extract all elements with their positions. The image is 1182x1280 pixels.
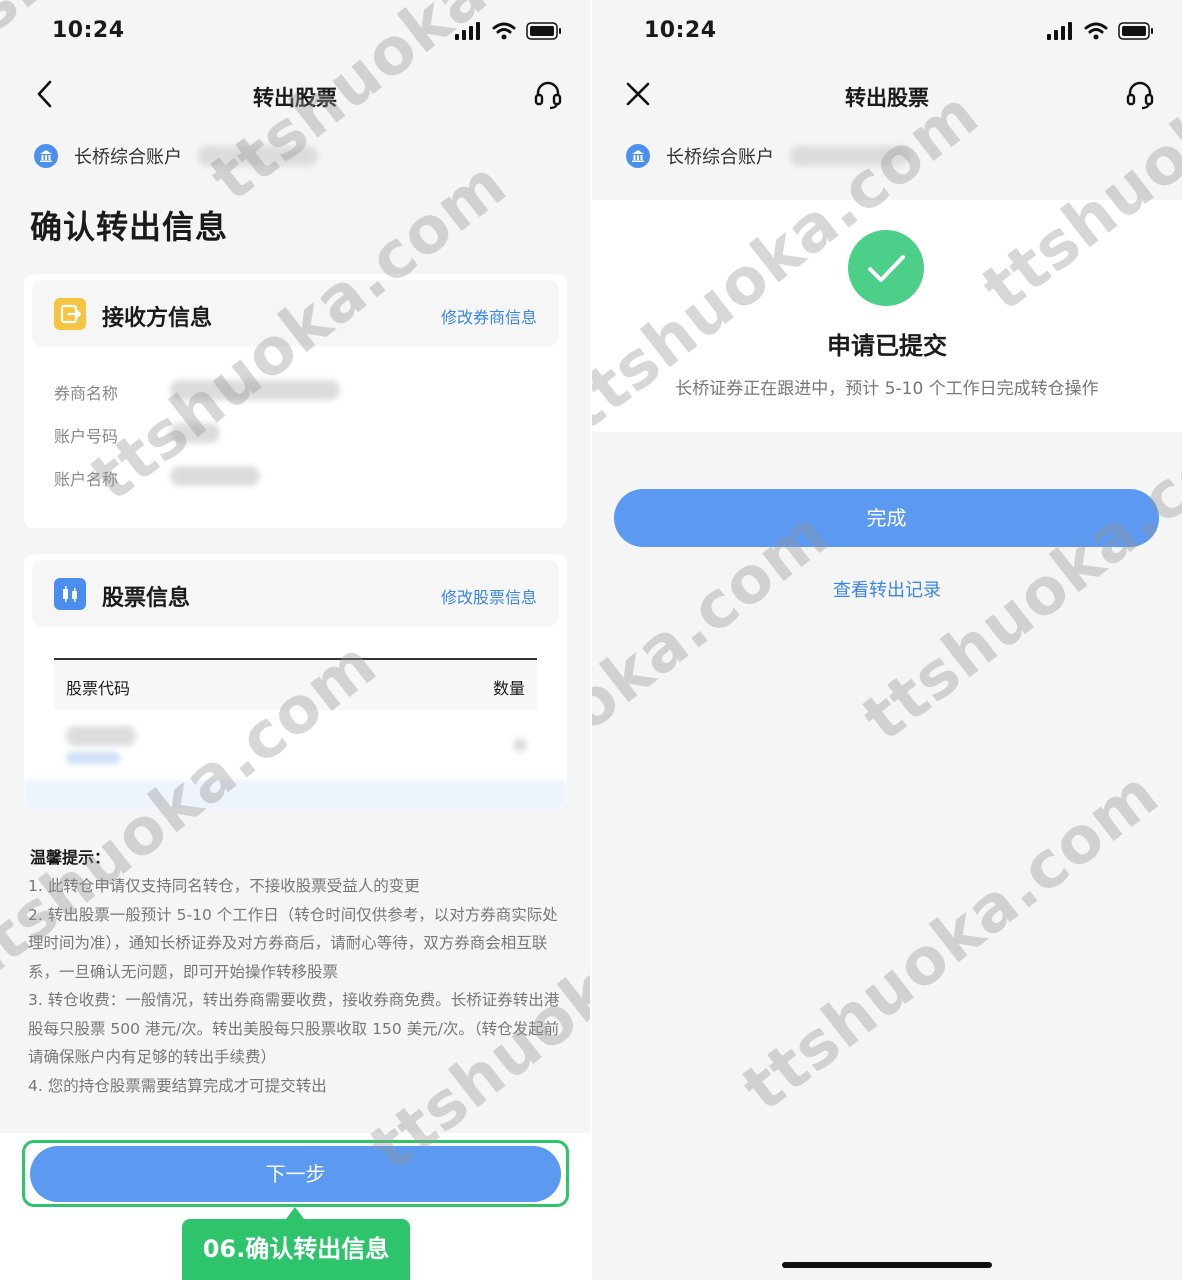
receiver-card-title: 接收方信息 <box>102 306 213 331</box>
tips-list: 1. 此转仓申请仅支持同名转仓，不接收股票受益人的变更 2. 转出股票一般预计 … <box>28 872 568 1100</box>
account-name-label: 账户名称 <box>54 470 119 489</box>
stock-card-title: 股票信息 <box>102 586 191 611</box>
nav-title: 转出股票 <box>253 86 337 110</box>
tip-item: 1. 此转仓申请仅支持同名转仓，不接收股票受益人的变更 <box>28 877 420 895</box>
success-panel: 申请已提交 长桥证券正在跟进中，预计 5-10 个工作日完成转仓操作 <box>592 200 1182 432</box>
done-button[interactable]: 完成 <box>614 489 1159 547</box>
stock-card-header: 股票信息 修改股票信息 <box>32 560 559 626</box>
check-icon <box>848 230 924 306</box>
quantity-header: 数量 <box>492 679 525 698</box>
status-time: 10:24 <box>644 18 717 43</box>
watermark: ttshuoka.com <box>592 496 843 867</box>
status-time: 10:24 <box>52 18 125 43</box>
account-number-redacted <box>790 146 910 166</box>
candlestick-icon <box>54 578 86 610</box>
step-callout-label: 06.确认转出信息 <box>182 1219 410 1280</box>
nav-bar: 转出股票 <box>592 64 1182 126</box>
battery-icon <box>526 22 561 40</box>
page-title: 确认转出信息 <box>30 208 229 246</box>
signal-icon <box>455 22 480 40</box>
stock-name-redacted <box>66 752 120 764</box>
nav-bar: 转出股票 <box>0 64 590 126</box>
account-label: 长桥综合账户 <box>666 147 774 168</box>
tip-item: 3. 转仓收费：一般情况，转出券商需要收费，接收券商免费。长桥证券转出港股每只股… <box>28 991 560 1066</box>
broker-name-label: 券商名称 <box>54 384 119 403</box>
nav-title: 转出股票 <box>845 86 929 110</box>
home-indicator <box>782 1262 992 1268</box>
watermark: ttshuoka.com <box>849 386 1182 757</box>
next-step-button[interactable]: 下一步 <box>30 1146 561 1202</box>
view-transfer-records-link[interactable]: 查看转出记录 <box>592 576 1182 602</box>
status-icons <box>1046 22 1154 40</box>
account-name-redacted <box>170 466 260 486</box>
tip-item: 2. 转出股票一般预计 5-10 个工作日（转仓时间仅供参考，以对方券商实际处理… <box>28 905 558 981</box>
account-number-value-redacted <box>170 423 220 443</box>
stock-code-header: 股票代码 <box>66 679 131 698</box>
callout-pointer <box>286 1207 304 1219</box>
status-bar: 10:24 <box>592 0 1182 64</box>
bank-icon <box>34 144 58 168</box>
status-icons <box>454 22 562 40</box>
account-row: 长桥综合账户 <box>592 136 1182 176</box>
confirm-transfer-screen: 10:24 转出股票 长桥综合账户 确认转出信息 接收方信息 修改券商信息 券商… <box>0 0 590 1280</box>
receiver-info-card: 接收方信息 修改券商信息 券商名称 账户号码 账户名称 <box>24 274 567 528</box>
success-title: 申请已提交 <box>827 332 947 360</box>
stock-qty-redacted <box>513 738 527 752</box>
stock-table-header: 股票代码 数量 <box>54 658 537 710</box>
transfer-out-icon <box>54 298 86 330</box>
wifi-icon <box>492 22 516 40</box>
account-row: 长桥综合账户 <box>0 136 590 176</box>
stock-info-card: 股票信息 修改股票信息 股票代码 数量 <box>24 554 567 810</box>
account-number-redacted <box>198 146 318 166</box>
stock-table-scroll-edge <box>24 780 567 810</box>
headset-icon[interactable] <box>1124 78 1156 110</box>
receiver-card-header: 接收方信息 修改券商信息 <box>32 280 559 346</box>
account-number-label: 账户号码 <box>54 427 119 446</box>
account-label: 长桥综合账户 <box>74 147 182 168</box>
watermark: ttshuoka.com <box>729 756 1173 1127</box>
broker-name-redacted <box>170 380 340 400</box>
edit-broker-link[interactable]: 修改券商信息 <box>441 304 537 328</box>
success-subtitle: 长桥证券正在跟进中，预计 5-10 个工作日完成转仓操作 <box>675 379 1099 399</box>
bank-icon <box>626 144 650 168</box>
tip-item: 4. 您的持仓股票需要结算完成才可提交转出 <box>28 1076 327 1095</box>
wifi-icon <box>1084 22 1108 40</box>
stock-code-redacted <box>66 726 136 746</box>
battery-icon <box>1118 22 1153 40</box>
status-bar: 10:24 <box>0 0 590 64</box>
submit-success-screen: 10:24 转出股票 长桥综合账户 申请已提交 长桥证券正在跟进中，预计 5-1… <box>592 0 1182 1280</box>
tips-title: 温馨提示： <box>30 848 111 867</box>
edit-stock-link[interactable]: 修改股票信息 <box>441 584 537 608</box>
signal-icon <box>1047 22 1072 40</box>
headset-icon[interactable] <box>532 78 564 110</box>
